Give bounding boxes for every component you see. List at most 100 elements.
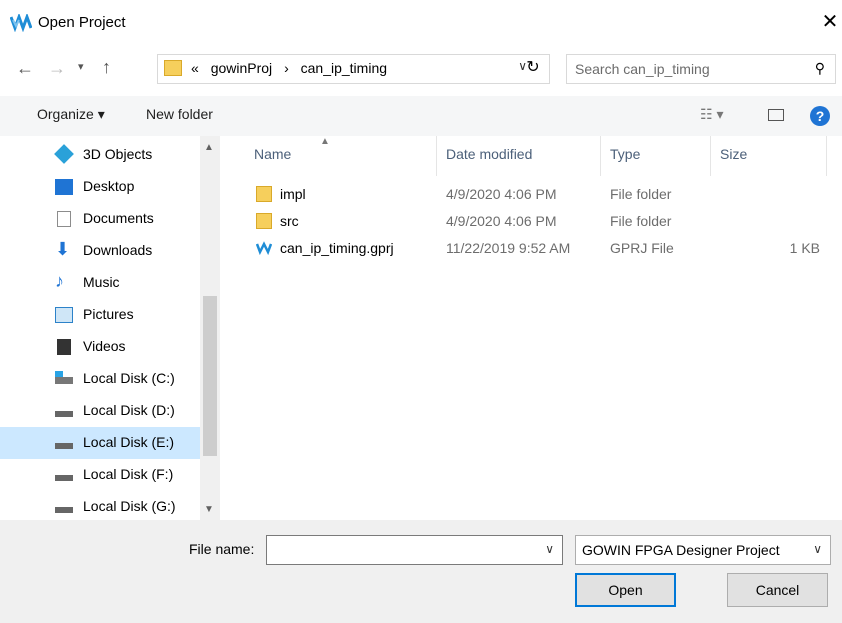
back-arrow-icon[interactable]: ←	[16, 58, 34, 79]
music-note-icon: ♪	[55, 271, 64, 291]
sidebar-item-local-disk-d[interactable]: Local Disk (D:)	[0, 395, 200, 427]
folder-icon	[256, 186, 272, 202]
sort-ascending-icon: ▲	[320, 136, 330, 147]
sidebar-item-label: Local Disk (G:)	[83, 498, 176, 514]
scrollbar-thumb[interactable]	[203, 296, 217, 456]
sidebar-item-music[interactable]: ♪ Music	[0, 267, 200, 299]
column-divider[interactable]	[600, 136, 601, 176]
file-row[interactable]: src 4/9/2020 4:06 PM File folder	[220, 209, 842, 235]
column-header-date[interactable]: Date modified	[446, 146, 532, 162]
scroll-up-icon[interactable]: ▲	[204, 142, 214, 153]
gowin-logo-icon	[256, 241, 272, 256]
search-input[interactable]: Search can_ip_timing ⚲	[566, 54, 836, 84]
folder-icon	[256, 213, 272, 229]
breadcrumb-overflow[interactable]: «	[191, 60, 199, 76]
sidebar-item-3d-objects[interactable]: 3D Objects	[0, 139, 200, 171]
search-icon[interactable]: ⚲	[815, 60, 825, 77]
windows-logo-icon	[55, 371, 63, 377]
new-folder-button[interactable]: New folder	[146, 106, 213, 122]
close-icon[interactable]: ✕	[818, 10, 842, 34]
drive-icon	[55, 443, 73, 449]
breadcrumb-gowinproj[interactable]: gowinProj	[211, 60, 272, 76]
window-title: Open Project	[38, 14, 126, 31]
sidebar-item-local-disk-e[interactable]: Local Disk (E:)	[0, 427, 200, 459]
sidebar-item-label: Local Disk (D:)	[83, 402, 175, 418]
sidebar-item-documents[interactable]: Documents	[0, 203, 200, 235]
scroll-down-icon[interactable]: ▼	[204, 504, 214, 515]
navigation-pane: 3D Objects Desktop Documents ⬇ Downloads…	[0, 136, 220, 520]
file-name-label: File name:	[189, 541, 255, 557]
file-type: File folder	[610, 213, 672, 229]
column-header-size[interactable]: Size	[720, 146, 747, 162]
file-date: 4/9/2020 4:06 PM	[446, 213, 557, 229]
preview-pane-icon[interactable]	[768, 109, 784, 121]
sidebar-item-downloads[interactable]: ⬇ Downloads	[0, 235, 200, 267]
file-name: src	[280, 213, 299, 229]
open-button[interactable]: Open	[575, 573, 676, 607]
file-type: GPRJ File	[610, 240, 674, 256]
drive-icon	[55, 411, 73, 417]
sidebar-item-label: 3D Objects	[83, 146, 153, 162]
file-name: can_ip_timing.gprj	[280, 240, 394, 256]
file-name: impl	[280, 186, 306, 202]
sidebar-item-label: Local Disk (F:)	[83, 466, 174, 482]
video-icon	[57, 339, 71, 355]
sidebar-item-pictures[interactable]: Pictures	[0, 299, 200, 331]
chevron-down-icon[interactable]: ∨	[813, 542, 822, 556]
up-arrow-icon[interactable]: ↑	[102, 57, 111, 78]
help-icon[interactable]: ?	[810, 106, 830, 126]
forward-arrow-icon[interactable]: →	[48, 58, 66, 79]
cube-icon	[54, 144, 74, 164]
cancel-button[interactable]: Cancel	[727, 573, 828, 607]
address-bar[interactable]: « gowinProj › can_ip_timing ∨	[157, 54, 550, 84]
command-bar: Organize ▾ New folder ☷ ▾ ?	[0, 96, 842, 136]
column-divider[interactable]	[436, 136, 437, 176]
folder-icon	[164, 60, 182, 76]
chevron-down-icon[interactable]: ∨	[545, 542, 554, 556]
drive-icon	[55, 507, 73, 513]
file-name-input[interactable]: ∨	[266, 535, 563, 565]
sidebar-item-desktop[interactable]: Desktop	[0, 171, 200, 203]
sidebar-item-label: Desktop	[83, 178, 135, 194]
sidebar-item-local-disk-c[interactable]: Local Disk (C:)	[0, 363, 200, 395]
sidebar-item-local-disk-g[interactable]: Local Disk (G:)	[0, 491, 200, 520]
sidebar-item-label: Local Disk (E:)	[83, 434, 175, 450]
search-placeholder: Search can_ip_timing	[575, 61, 710, 77]
file-row[interactable]: impl 4/9/2020 4:06 PM File folder	[220, 182, 842, 208]
drive-icon	[55, 475, 73, 481]
desktop-icon	[55, 179, 73, 195]
sidebar-item-label: Videos	[83, 338, 126, 354]
column-divider[interactable]	[826, 136, 827, 176]
file-list: ▲ Name Date modified Type Size impl 4/9/…	[220, 136, 842, 520]
document-icon	[57, 211, 71, 227]
file-type-value: GOWIN FPGA Designer Project	[582, 542, 780, 558]
sidebar-item-label: Local Disk (C:)	[83, 370, 175, 386]
file-type-select[interactable]: GOWIN FPGA Designer Project ∨	[575, 535, 831, 565]
recent-dropdown-icon[interactable]: ▾	[78, 60, 84, 73]
column-divider[interactable]	[710, 136, 711, 176]
column-header-type[interactable]: Type	[610, 146, 640, 162]
file-date: 4/9/2020 4:06 PM	[446, 186, 557, 202]
windows-drive-icon	[55, 377, 73, 384]
download-arrow-icon: ⬇	[55, 239, 71, 259]
view-options-icon[interactable]: ☷ ▾	[700, 106, 723, 123]
column-header-name[interactable]: Name	[254, 146, 291, 162]
file-type: File folder	[610, 186, 672, 202]
breadcrumb-can-ip-timing[interactable]: can_ip_timing	[301, 60, 387, 76]
sidebar-item-label: Music	[83, 274, 120, 290]
sidebar-item-label: Documents	[83, 210, 154, 226]
organize-button[interactable]: Organize ▾	[37, 106, 105, 123]
refresh-icon[interactable]: ↻	[518, 54, 548, 84]
picture-icon	[55, 307, 73, 323]
file-row[interactable]: can_ip_timing.gprj 11/22/2019 9:52 AM GP…	[220, 236, 842, 262]
breadcrumb: « gowinProj › can_ip_timing	[191, 60, 395, 76]
sidebar-item-videos[interactable]: Videos	[0, 331, 200, 363]
gowin-logo-icon	[10, 14, 32, 32]
sidebar-item-label: Downloads	[83, 242, 153, 258]
breadcrumb-separator[interactable]: ›	[284, 60, 289, 76]
sidebar-item-local-disk-f[interactable]: Local Disk (F:)	[0, 459, 200, 491]
file-size: 1 KB	[789, 240, 820, 256]
sidebar-item-label: Pictures	[83, 306, 134, 322]
title-bar: Open Project ✕	[0, 0, 842, 50]
file-date: 11/22/2019 9:52 AM	[446, 240, 571, 256]
